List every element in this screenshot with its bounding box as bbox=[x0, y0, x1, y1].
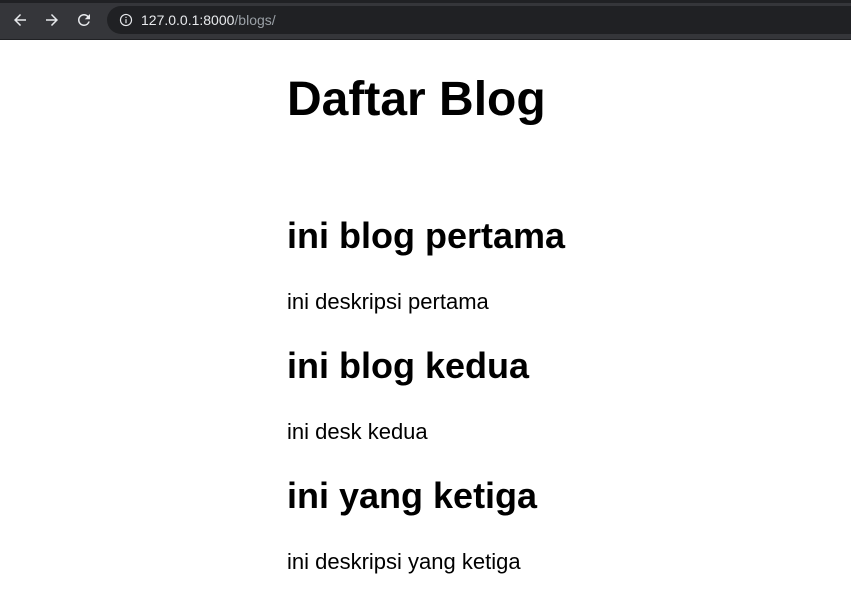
post-description-3: ini deskripsi yang ketiga bbox=[287, 549, 521, 574]
post-title-3: ini yang ketiga bbox=[287, 475, 538, 516]
back-button[interactable] bbox=[9, 9, 31, 31]
url-path: /blogs/ bbox=[234, 12, 276, 28]
url-host: 127.0.0.1:8000 bbox=[141, 12, 235, 28]
arrow-right-icon bbox=[46, 14, 58, 26]
browser-toolbar: 127.0.0.1:8000/blogs/ bbox=[0, 0, 851, 40]
post-description-1: ini deskripsi pertama bbox=[287, 289, 489, 314]
address-bar[interactable]: 127.0.0.1:8000/blogs/ bbox=[107, 6, 851, 34]
reload-icon bbox=[78, 13, 90, 26]
post-title-1: ini blog pertama bbox=[287, 215, 566, 256]
post-title-2: ini blog kedua bbox=[287, 345, 530, 386]
info-icon[interactable] bbox=[119, 13, 133, 27]
url-text[interactable]: 127.0.0.1:8000/blogs/ bbox=[141, 12, 276, 28]
reload-button[interactable] bbox=[73, 9, 95, 31]
tab-strip-edge bbox=[0, 0, 851, 3]
post-description-2: ini desk kedua bbox=[287, 419, 428, 444]
forward-button[interactable] bbox=[41, 9, 63, 31]
page-title: Daftar Blog bbox=[287, 73, 546, 126]
arrow-left-icon bbox=[14, 14, 26, 26]
